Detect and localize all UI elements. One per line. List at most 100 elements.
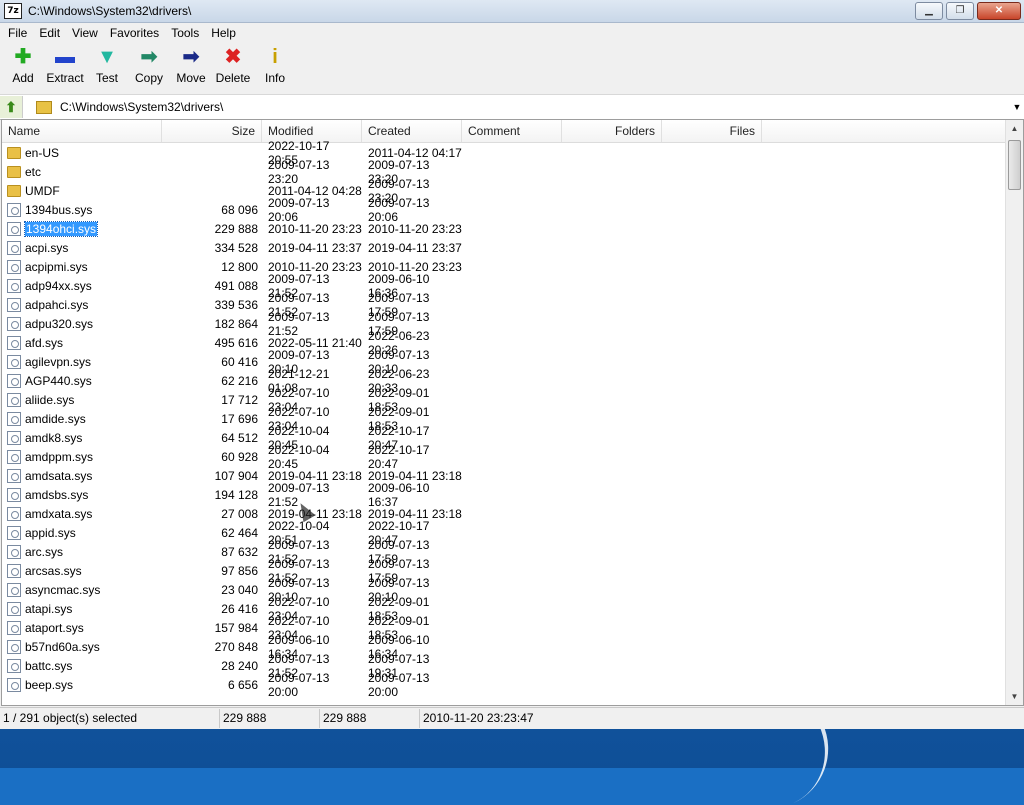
cell-modified: 2019-04-11 23:37 [268,240,362,255]
menu-tools[interactable]: Tools [165,26,205,40]
table-row[interactable]: afd.sys 495 616 2022-05-11 21:40 2022-06-23… [2,329,1006,357]
file-icon [7,240,21,255]
table-row[interactable]: en-US 2022-10-17 20:55 2011-04-12 04:17 [2,139,1006,167]
table-row[interactable]: acpi.sys 334 528 2019-04-11 23:37 2019-04-1… [2,238,1006,257]
column-comment[interactable]: Comment [462,120,562,142]
cell-name: b57nd60a.sys [2,639,162,654]
cell-size: 270 848 [214,639,258,654]
cell-name: acpi.sys [2,240,162,255]
file-name: arcsas.sys [25,563,82,578]
cell-size: 339 536 [214,297,258,312]
table-row[interactable]: battc.sys 28 240 2009-07-13 21:52 2009-07-1… [2,652,1006,680]
table-row[interactable]: asyncmac.sys 23 040 2009-07-13 20:10 2009-0… [2,576,1006,604]
table-row[interactable]: ataport.sys 157 984 2022-07-10 23:04 2022-0… [2,614,1006,642]
file-icon [7,468,21,483]
table-row[interactable]: amdsata.sys 107 904 2019-04-11 23:18 2019-0… [2,466,1006,485]
cell-size: 194 128 [214,487,258,502]
table-row[interactable]: adpu320.sys 182 864 2009-07-13 21:52 2009-0… [2,310,1006,338]
file-manager-window: 7z C:\Windows\System32\drivers\ ▁ ❐ ✕ Fi… [0,0,1024,729]
cell-modified: 2010-11-20 23:23 [268,221,362,236]
column-size[interactable]: Size [162,120,262,142]
table-row[interactable]: b57nd60a.sys 270 848 2009-06-10 16:34 2009-… [2,633,1006,661]
table-row[interactable]: etc 2009-07-13 23:20 2009-07-13 23:20 [2,158,1006,186]
cell-name: UMDF [2,184,162,198]
column-name[interactable]: Name [2,120,162,142]
file-name: aliide.sys [25,392,75,407]
cell-created: 2009-06-10 16:37 [368,480,430,509]
table-row[interactable]: arc.sys 87 632 2009-07-13 21:52 2009-07-13 … [2,538,1006,566]
column-folders[interactable]: Folders [562,120,662,142]
address-input[interactable]: C:\Windows\System32\drivers\ [60,100,1010,114]
file-icon [7,278,21,293]
vertical-scrollbar[interactable]: ▲ ▼ [1005,120,1023,705]
scroll-up-icon[interactable]: ▲ [1006,120,1023,137]
minimize-button[interactable]: ▁ [915,2,943,20]
file-name: acpi.sys [25,240,69,255]
file-name: etc [25,164,42,179]
table-row[interactable]: atapi.sys 26 416 2022-07-10 23:04 2022-09-0… [2,595,1006,623]
file-icon [7,525,21,540]
extract-button[interactable]: ▬ Extract [44,46,86,85]
table-row[interactable]: UMDF 2011-04-12 04:28 2009-07-13 23:20 [2,177,1006,205]
table-row[interactable]: 1394ohci.sys 229 888 2010-11-20 23:23 2010-… [2,219,1006,238]
table-row[interactable]: arcsas.sys 97 856 2009-07-13 21:52 2009-07-… [2,557,1006,585]
table-row[interactable]: amdsbs.sys 194 128 2009-07-13 21:52 2009-06… [2,481,1006,509]
up-folder-icon[interactable]: ⬆ [0,96,23,118]
add-button[interactable]: ✚ Add [2,46,44,85]
file-name: asyncmac.sys [25,582,101,597]
table-row[interactable]: agilevpn.sys 60 416 2009-07-13 20:10 2009-0… [2,348,1006,376]
table-row[interactable]: AGP440.sys 62 216 2021-12-21 01:08 2022-06-… [2,367,1006,395]
menu-favorites[interactable]: Favorites [104,26,165,40]
file-rows: en-US 2022-10-17 20:55 2011-04-12 04:17 etc… [2,139,1006,699]
toolbar-label: Add [12,71,34,85]
table-row[interactable]: adpahci.sys 339 536 2009-07-13 21:52 2009-0… [2,291,1006,319]
cell-size: 27 008 [221,506,258,521]
column-created[interactable]: Created [362,120,462,142]
cell-modified: 2009-07-13 21:52 [268,480,330,509]
menu-edit[interactable]: Edit [33,26,66,40]
file-name: adpu320.sys [25,316,94,331]
table-row[interactable]: amdppm.sys 60 928 2022-10-04 20:45 2022-10-… [2,443,1006,471]
cell-size: 6 656 [227,677,258,692]
cell-size: 17 696 [221,411,258,426]
table-row[interactable]: aliide.sys 17 712 2022-07-10 23:04 2022-09-… [2,386,1006,414]
menu-help[interactable]: Help [205,26,242,40]
file-icon [7,544,21,559]
cell-name: beep.sys [2,677,162,692]
delete-button[interactable]: ✖ Delete [212,46,254,85]
table-row[interactable]: beep.sys 6 656 2009-07-13 20:00 2009-07-13 … [2,671,1006,699]
column-files[interactable]: Files [662,120,762,142]
table-row[interactable]: acpipmi.sys 12 800 2010-11-20 23:23 2010-11… [2,257,1006,276]
restore-button[interactable]: ❐ [946,2,974,20]
scroll-thumb[interactable] [1008,140,1021,190]
copy-button[interactable]: ➡ Copy [128,46,170,85]
cell-size: 97 856 [221,563,258,578]
table-row[interactable]: appid.sys 62 464 2022-10-04 20:51 2022-10-1… [2,519,1006,547]
file-icon [7,449,21,464]
file-icon [7,487,21,502]
file-name: AGP440.sys [25,373,92,388]
info-icon: i [272,46,278,68]
close-button[interactable]: ✕ [977,2,1021,20]
file-icon [7,506,21,521]
cell-name: etc [2,165,162,179]
table-row[interactable]: amdide.sys 17 696 2022-07-10 23:04 2022-09-… [2,405,1006,433]
menu-view[interactable]: View [66,26,104,40]
cell-size: 26 416 [221,601,258,616]
table-row[interactable]: amdxata.sys 27 008 2019-04-11 23:18 2019-04… [2,504,1006,523]
scroll-down-icon[interactable]: ▼ [1006,688,1023,705]
table-row[interactable]: 1394bus.sys 68 096 2009-07-13 20:06 2009-07… [2,196,1006,224]
cell-name: afd.sys [2,335,162,350]
title-bar[interactable]: 7z C:\Windows\System32\drivers\ ▁ ❐ ✕ [0,0,1024,23]
file-icon [7,259,21,274]
file-icon [7,392,21,407]
test-button[interactable]: ▼ Test [86,46,128,85]
cell-modified: 2009-07-13 23:20 [268,157,330,186]
chevron-down-icon[interactable]: ▼ [1010,102,1024,112]
move-button[interactable]: ➡ Move [170,46,212,85]
menu-file[interactable]: File [2,26,33,40]
folder-icon [7,165,21,178]
info-button[interactable]: i Info [254,46,296,85]
table-row[interactable]: amdk8.sys 64 512 2022-10-04 20:45 2022-10-1… [2,424,1006,452]
table-row[interactable]: adp94xx.sys 491 088 2009-07-13 21:52 2009-0… [2,272,1006,300]
